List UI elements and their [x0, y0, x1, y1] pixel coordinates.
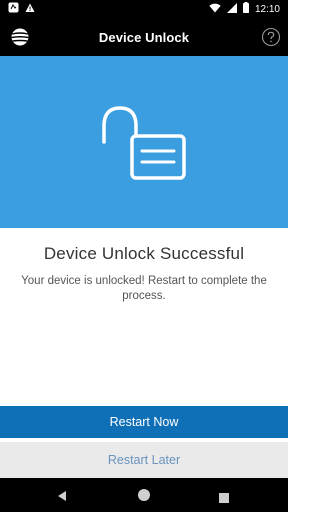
recents-icon[interactable] — [219, 490, 229, 508]
home-icon[interactable] — [137, 488, 151, 507]
status-bar: 12:10 — [0, 0, 288, 18]
result-message: Your device is unlocked! Restart to comp… — [21, 275, 267, 302]
alert-icon — [25, 3, 35, 16]
help-icon[interactable] — [261, 27, 281, 47]
wifi-icon — [209, 3, 221, 16]
signal-icon — [226, 2, 237, 16]
app-title: Device Unlock — [98, 29, 190, 45]
status-left — [8, 2, 35, 16]
status-time: 12:10 — [254, 3, 280, 15]
restart-now-button[interactable]: Restart Now — [0, 406, 288, 438]
app-bar: Device Unlock — [0, 18, 288, 56]
system-nav-bar — [0, 478, 288, 512]
hero-banner — [0, 56, 288, 228]
page-title: Device Unlock Successful — [43, 244, 245, 263]
status-right: 12:10 — [209, 2, 280, 16]
unlocked-padlock-icon — [102, 106, 186, 180]
battery-icon — [242, 2, 249, 16]
result-content: Device Unlock Successful Your device is … — [0, 228, 288, 406]
att-globe-icon — [10, 27, 30, 47]
restart-later-button[interactable]: Restart Later — [0, 442, 288, 478]
notification-icon — [8, 2, 19, 16]
back-icon[interactable] — [56, 489, 68, 507]
